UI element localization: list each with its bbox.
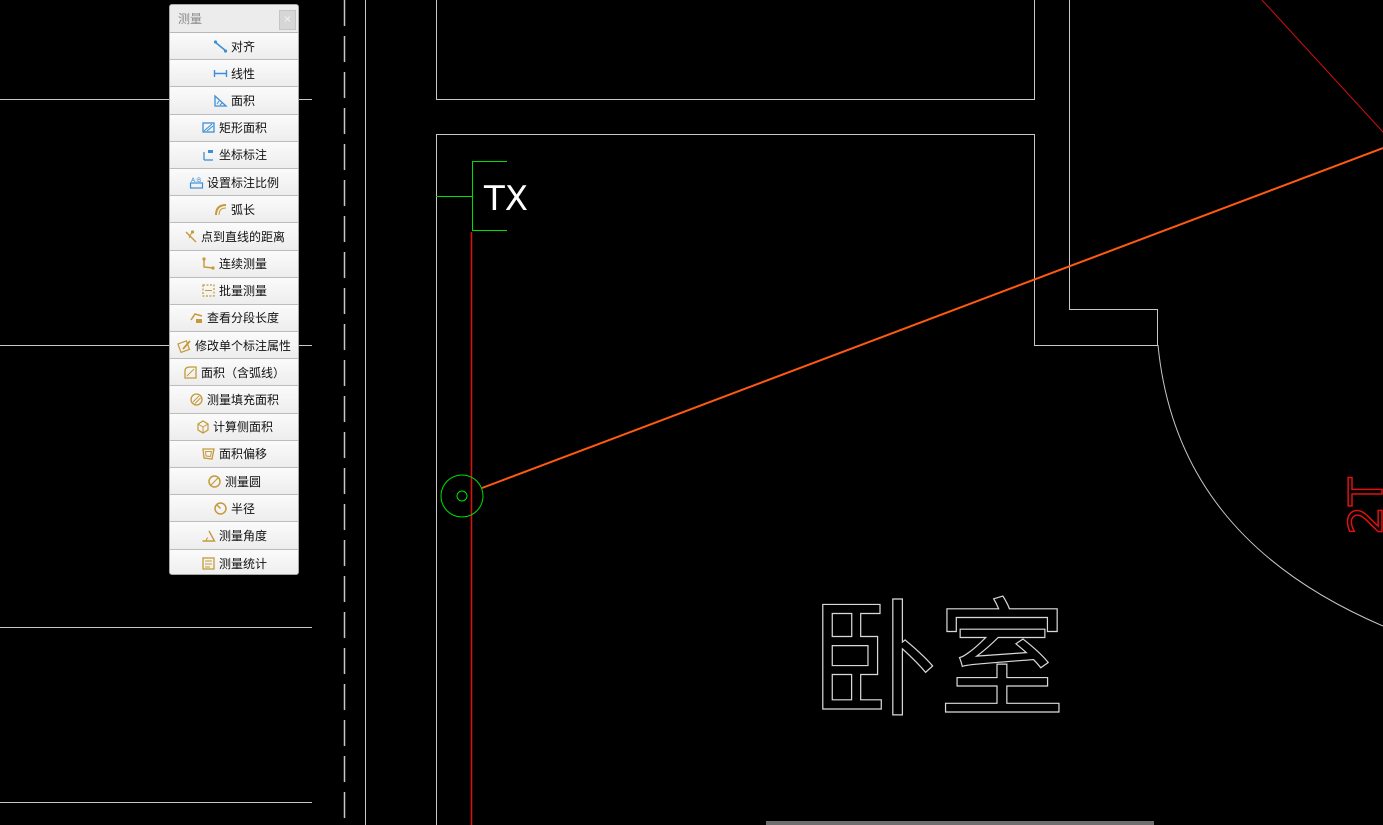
continuous-measure-icon [202, 257, 215, 270]
batch-measure-icon [202, 284, 215, 297]
close-icon: × [283, 14, 292, 25]
tx-tag-label: TX [483, 179, 528, 219]
measure-tool-aligned-dimension[interactable]: 对齐 [170, 33, 298, 61]
rectangle-area-icon [202, 122, 215, 133]
measure-tool-radius[interactable]: 半径 [170, 495, 298, 523]
measure-tool-label: 设置标注比例 [206, 175, 279, 190]
horizontal-scrollbar[interactable] [766, 821, 1154, 825]
arc-area-icon [184, 366, 197, 379]
measure-tool-label: 半径 [230, 501, 255, 516]
measure-tool-measure-statistics[interactable]: 测量统计 [170, 549, 298, 574]
aligned-dimension-icon [213, 39, 228, 53]
measure-tool-label: 测量角度 [218, 528, 267, 543]
panel-title: 测量 [178, 12, 203, 26]
measure-tool-label: 面积 [230, 93, 255, 108]
measure-tool-arc-area[interactable]: 面积（含弧线） [170, 359, 298, 387]
svg-text:A:B: A:B [191, 177, 201, 184]
upper-room-outline [436, 0, 1035, 100]
arc-length-icon [214, 203, 227, 215]
measure-tool-label: 查看分段长度 [206, 311, 279, 326]
room-label: 卧室 [810, 587, 1066, 736]
measure-tool-label: 连续测量 [218, 257, 267, 272]
measure-tool-label: 坐标标注 [218, 148, 267, 163]
measure-tool-label: 测量统计 [218, 556, 267, 571]
measure-tool-label: 矩形面积 [218, 121, 267, 136]
measure-tool-edit-dimension[interactable]: 修改单个标注属性 [170, 332, 298, 360]
measure-panel: 测量 × 对齐线性面积矩形面积坐标标注 A:B 设置标注比例 弧长点到直线的距离 连续测… [169, 4, 299, 575]
measure-tool-hatch-area[interactable]: 测量填充面积 [170, 386, 298, 414]
red-diagonal-line [1261, 0, 1383, 133]
measure-tool-label: 面积（含弧线） [200, 365, 285, 380]
measure-tool-measure-circle[interactable]: 测量圆 [170, 468, 298, 496]
edit-dimension-icon [177, 339, 191, 353]
segment-length-icon [190, 313, 203, 324]
measure-tool-label: 修改单个标注属性 [194, 338, 291, 353]
measure-tool-rectangle-area[interactable]: 矩形面积 [170, 114, 298, 142]
measure-tool-label: 计算侧面积 [212, 420, 273, 435]
measure-tool-linear-dimension[interactable]: 线性 [170, 60, 298, 88]
measure-tool-area[interactable]: 面积 [170, 87, 298, 115]
area-offset-icon [202, 448, 215, 461]
measure-tool-measure-angle[interactable]: 测量角度 [170, 522, 298, 550]
circle-marker [440, 474, 484, 518]
panel-close-button[interactable]: × [279, 10, 296, 30]
measure-tool-side-area[interactable]: 计算侧面积 [170, 413, 298, 441]
measure-tool-label: 测量圆 [224, 474, 261, 489]
measure-tool-segment-length[interactable]: 查看分段长度 [170, 304, 298, 333]
radius-icon [214, 502, 227, 515]
measure-tool-label: 面积偏移 [218, 447, 267, 462]
measure-tool-arc-length[interactable]: 弧长 [170, 196, 298, 224]
side-area-icon [197, 420, 209, 434]
linear-dimension-icon [213, 69, 228, 77]
dimension-label: 2T [1339, 477, 1383, 535]
measure-tool-batch-measure[interactable]: 批量测量 [170, 277, 298, 305]
measure-line [481, 147, 1383, 489]
point-to-line-icon [185, 230, 197, 243]
panel-header[interactable]: 测量 × [170, 5, 298, 33]
hatch-area-icon [190, 393, 203, 406]
measure-tool-label: 测量填充面积 [206, 393, 279, 408]
measure-tool-list: 对齐线性面积矩形面积坐标标注 A:B 设置标注比例 弧长点到直线的距离 连续测量批量测量… [170, 33, 298, 574]
measure-circle-icon [208, 474, 221, 488]
measure-statistics-icon [202, 557, 215, 570]
measure-tool-label: 批量测量 [218, 284, 267, 299]
coordinate-dimension-icon [203, 150, 213, 161]
measure-tool-label: 线性 [230, 66, 255, 81]
measure-tool-point-to-line[interactable]: 点到直线的距离 [170, 223, 298, 251]
measure-tool-label: 弧长 [230, 202, 255, 217]
measure-tool-area-offset[interactable]: 面积偏移 [170, 440, 298, 468]
measure-angle-icon [202, 530, 216, 542]
dimension-scale-icon: A:B [189, 177, 204, 189]
area-icon [214, 94, 228, 107]
measure-tool-continuous-measure[interactable]: 连续测量 [170, 250, 298, 278]
measure-tool-coordinate-dimension[interactable]: 坐标标注 [170, 141, 298, 169]
measure-tool-label: 对齐 [230, 39, 255, 54]
measure-tool-dimension-scale[interactable]: A:B 设置标注比例 [170, 168, 298, 197]
right-wall-outline [1069, 0, 1158, 346]
measure-tool-label: 点到直线的距离 [200, 229, 285, 244]
